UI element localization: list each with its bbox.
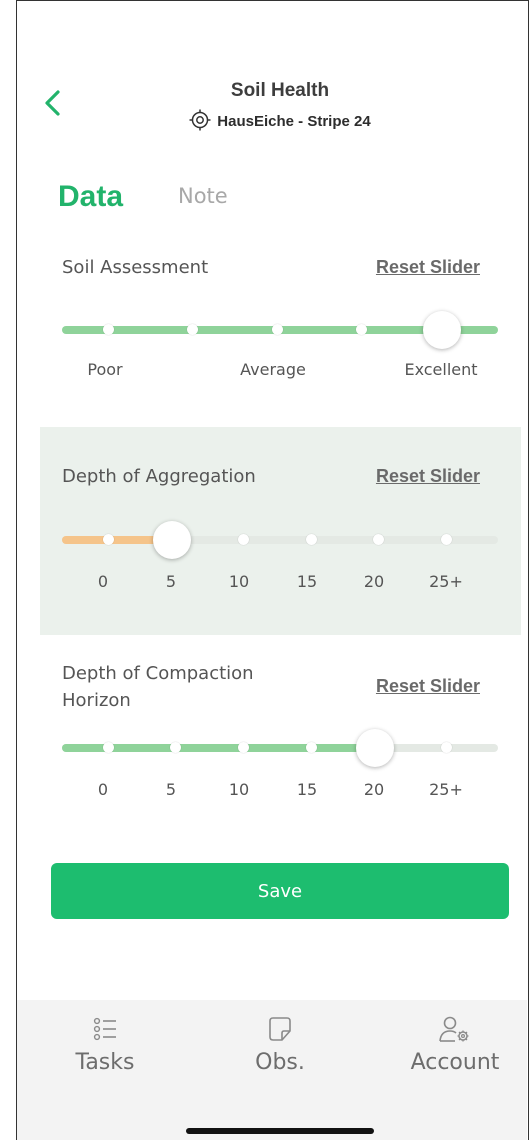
location-subtitle: HausEiche - Stripe 24 [0,109,529,131]
tick-label: 10 [228,780,250,799]
slider-step-dot [186,324,198,335]
user-settings-icon [439,1016,469,1042]
tick-label: 0 [97,780,109,799]
slider-step-dot [102,324,114,335]
tick-label: 0 [97,572,109,591]
tick-label: 25+ [429,780,463,799]
tick-label: 20 [363,780,385,799]
slider-step-dot [237,742,249,753]
slider-step-dot [440,742,452,753]
depth-of-compaction-label: Depth of Compaction Horizon [62,663,254,711]
slider-step-dot [372,534,384,545]
active-slider-section [40,427,521,635]
nav-label: Tasks [75,1050,135,1075]
reset-slider-button-compaction[interactable]: Reset Slider [376,676,480,697]
nav-tasks[interactable]: Tasks [35,1014,175,1075]
slider-thumb[interactable] [423,311,461,349]
location-target-icon [189,109,211,131]
slider-step-dot [305,742,317,753]
location-name: HausEiche - Stripe 24 [217,113,371,130]
slider-thumb[interactable] [356,729,394,767]
slider-step-dot [271,324,283,335]
slider-step-dot [237,534,249,545]
depth-of-compaction-slider[interactable] [62,729,498,767]
soil-assessment-slider[interactable] [62,311,498,349]
slider-step-dot [169,742,181,753]
tick-label: 10 [228,572,250,591]
nav-account[interactable]: Account [385,1014,525,1075]
reset-slider-button-aggregation[interactable]: Reset Slider [376,466,480,487]
tick-label: Excellent [404,360,478,379]
tab-data[interactable]: Data [58,180,123,214]
depth-of-aggregation-slider[interactable] [62,521,498,559]
tick-label: 5 [165,780,177,799]
list-icon [93,1017,116,1041]
save-button[interactable]: Save [51,863,509,919]
tick-label: 5 [165,572,177,591]
soil-assessment-label: Soil Assessment [62,257,209,278]
note-icon [269,1017,291,1041]
tick-label: 20 [363,572,385,591]
tick-label: Poor [87,360,123,379]
nav-label: Obs. [255,1050,305,1075]
home-indicator[interactable] [186,1128,374,1134]
tab-note[interactable]: Note [178,184,228,208]
depth-of-aggregation-label: Depth of Aggregation [62,466,256,487]
tick-label: 15 [296,780,318,799]
tick-label: 25+ [429,572,463,591]
tick-label: 15 [296,572,318,591]
nav-label: Account [410,1050,500,1075]
page-title: Soil Health [230,80,330,101]
slider-step-dot [305,534,317,545]
slider-step-dot [355,324,367,335]
slider-step-dot [102,534,114,545]
reset-slider-button-soil-assessment[interactable]: Reset Slider [376,257,480,278]
slider-step-dot [440,534,452,545]
nav-observations[interactable]: Obs. [210,1014,350,1075]
slider-step-dot [102,742,114,753]
bottom-nav: Tasks Obs. Account [17,1000,527,1140]
slider-thumb[interactable] [153,521,191,559]
tick-label: Average [240,360,306,379]
